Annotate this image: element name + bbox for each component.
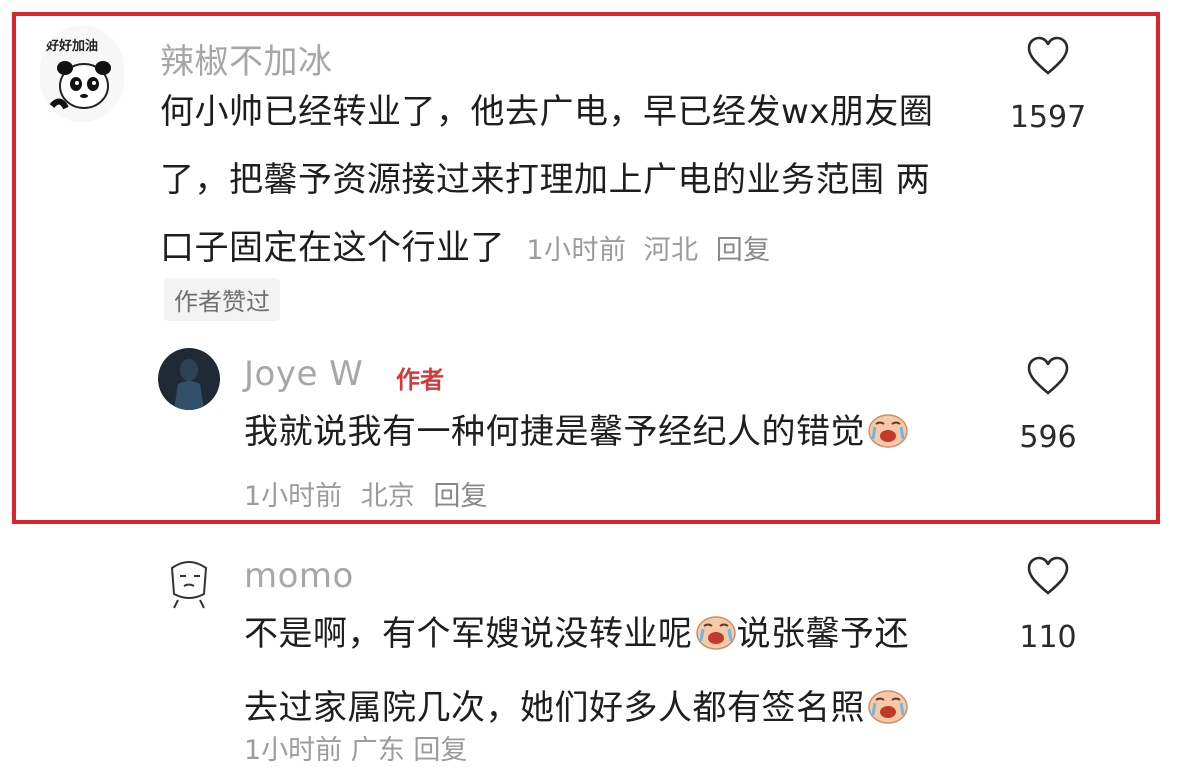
reply-location: 北京 — [360, 481, 415, 512]
crying-face-emoji-icon — [867, 404, 909, 472]
comment-text: 何小帅已经转业了，他去广电，早已经发wx朋友圈了，把馨予资源接过来打理加上广电的… — [160, 78, 960, 285]
reply-button[interactable]: 回复 — [716, 235, 771, 266]
reply-username[interactable]: Joye W — [244, 354, 363, 394]
author-liked-badge: 作者赞过 — [164, 278, 280, 321]
reply-meta: 1小时前 北京 回复 — [244, 474, 497, 513]
avatar[interactable] — [158, 348, 220, 410]
like-count: 1597 — [1009, 100, 1087, 135]
heart-outline-icon[interactable] — [1026, 36, 1070, 76]
comment-username[interactable]: 辣椒不加冰 — [160, 34, 333, 83]
comment-body-line3: 去过家属院几次，她们好多人都有签名照 — [244, 688, 865, 728]
panda-avatar-icon: 好好加油 — [40, 26, 124, 122]
doodle-face-avatar-icon — [158, 550, 220, 612]
like-count: 596 — [1019, 420, 1077, 455]
user-photo-icon — [158, 348, 220, 410]
author-tag-badge: 作者 — [396, 366, 444, 394]
comment-location: 河北 — [643, 235, 699, 266]
comment-text: 不是啊，有个军嫂说没转业呢 说张馨予还 去过家属院几次，她们好多人都有签名照 — [244, 600, 984, 748]
comment-body-line2: 说张馨予还 — [736, 614, 909, 654]
avatar[interactable]: 好好加油 — [40, 26, 124, 122]
comment-username[interactable]: momo — [244, 556, 354, 596]
comment-meta: 1小时前 河北 回复 — [526, 235, 778, 266]
like-column: 596 — [998, 356, 1098, 455]
comment-body-line1: 不是啊，有个军嫂说没转业呢 — [244, 614, 693, 654]
avatar-caption: 好好加油 — [45, 38, 98, 54]
comment-time: 1小时前 — [526, 235, 627, 266]
crying-face-emoji-icon — [695, 606, 737, 674]
like-count: 110 — [1019, 620, 1077, 655]
comment-meta-partial: 1小时前 广东 回复 — [244, 735, 468, 766]
reply-time: 1小时前 — [244, 481, 343, 512]
reply-button[interactable]: 回复 — [433, 481, 487, 512]
reply-body: 我就说我有一种何捷是馨予经纪人的错觉 — [244, 412, 865, 452]
heart-outline-icon[interactable] — [1026, 556, 1070, 596]
crying-face-emoji-icon — [867, 680, 909, 748]
like-column: 110 — [998, 556, 1098, 655]
heart-outline-icon[interactable] — [1026, 356, 1070, 396]
avatar[interactable] — [158, 550, 220, 612]
like-column: 1597 — [998, 36, 1098, 135]
reply-text: 我就说我有一种何捷是馨予经纪人的错觉 — [244, 398, 984, 472]
